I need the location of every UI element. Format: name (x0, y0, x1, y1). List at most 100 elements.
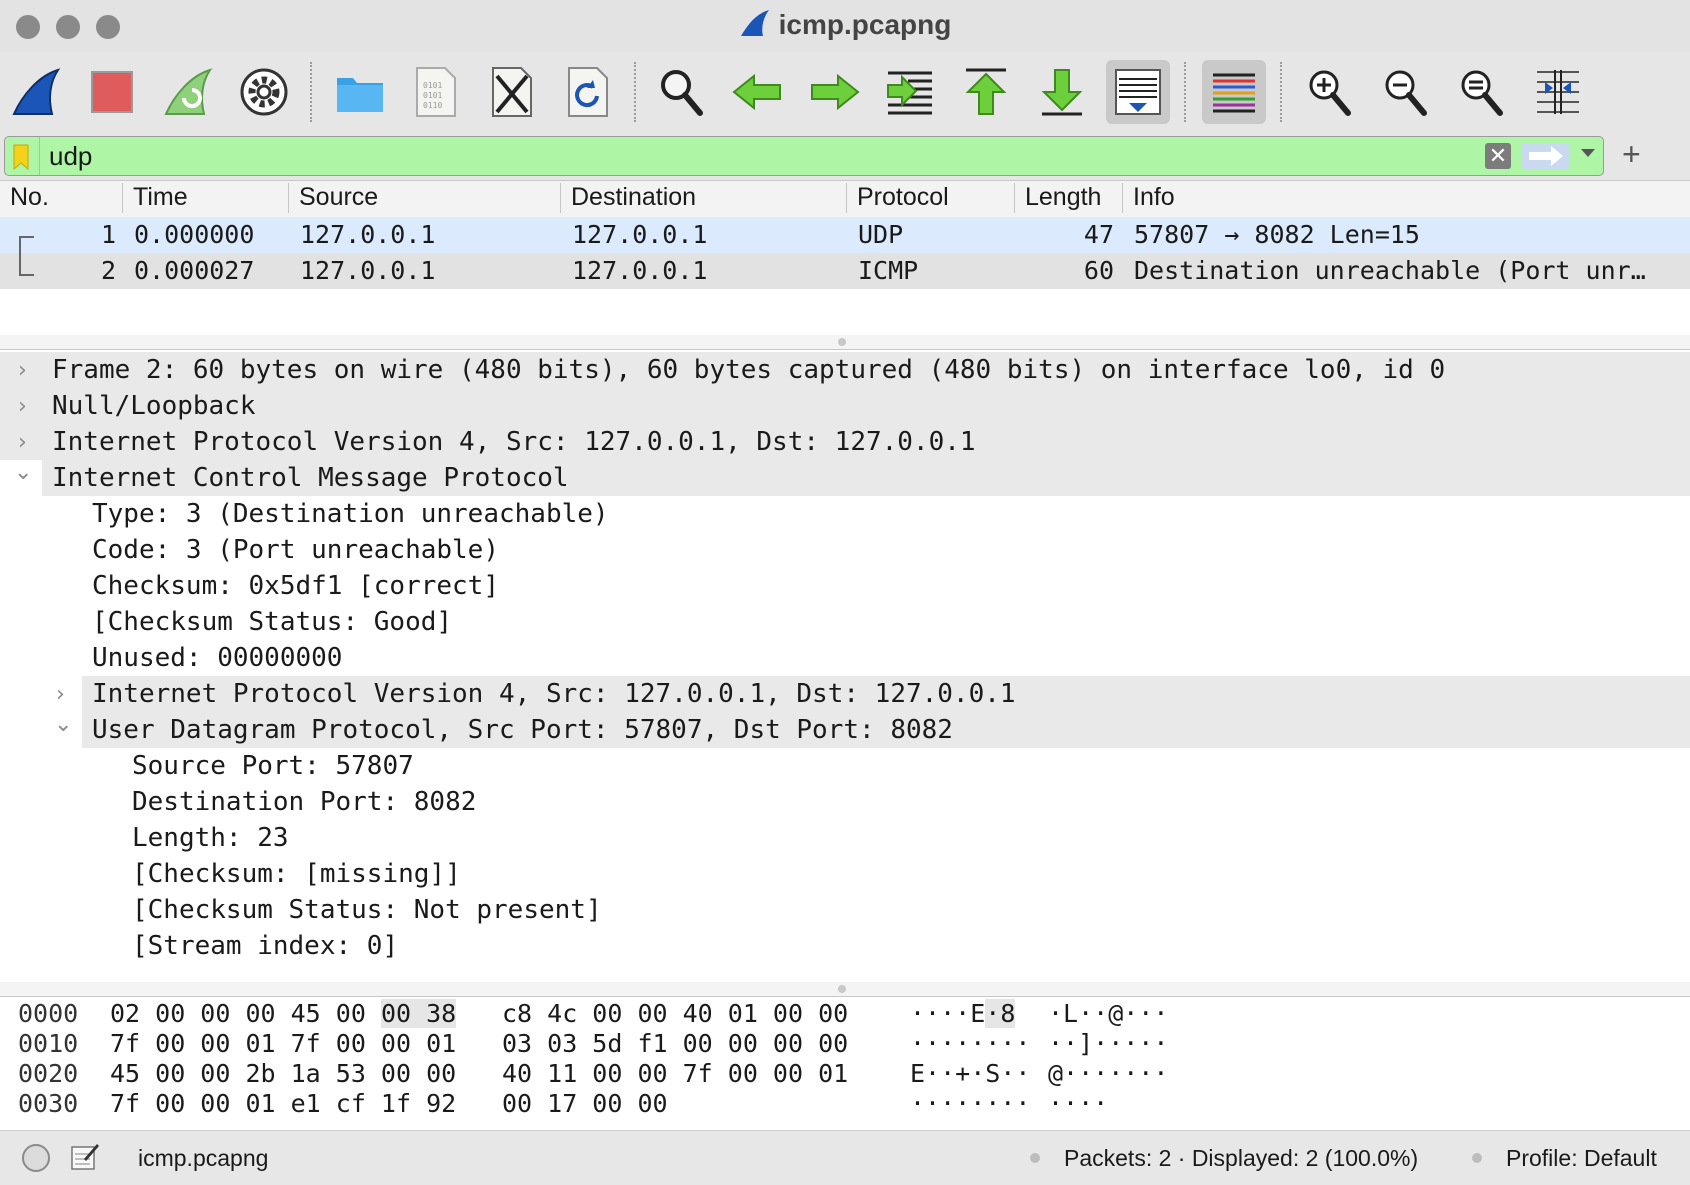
bytes-hex[interactable]: 7f 00 00 01 e1 cf 1f 92 (110, 1089, 456, 1118)
tree-item-label: Destination Port: 8082 (132, 787, 477, 817)
bytes-ascii[interactable]: ···· (1048, 1089, 1108, 1118)
column-header-time[interactable]: Time (122, 183, 188, 213)
bytes-ascii[interactable]: @······· (1048, 1059, 1168, 1088)
tree-item-label: Type: 3 (Destination unreachable) (92, 499, 609, 529)
tree-item-field[interactable]: Code: 3 (Port unreachable) (0, 532, 1690, 568)
filter-history-dropdown-icon[interactable] (1581, 149, 1595, 157)
packet-destination: 127.0.0.1 (572, 220, 708, 249)
column-header-no[interactable]: No. (0, 183, 49, 213)
chevron-right-icon[interactable]: › (18, 358, 27, 383)
tree-item-field[interactable]: [Stream index: 0] (0, 928, 1690, 964)
chevron-right-icon[interactable]: › (18, 394, 27, 419)
tree-item-field[interactable]: Type: 3 (Destination unreachable) (0, 496, 1690, 532)
tree-item-field[interactable]: [Checksum Status: Good] (0, 604, 1690, 640)
bytes-hex[interactable]: 7f 00 00 01 7f 00 00 01 (110, 1029, 456, 1058)
packet-source: 127.0.0.1 (300, 256, 436, 285)
go-last-packet-icon[interactable] (1030, 60, 1094, 124)
tree-item-frame[interactable]: › Frame 2: 60 bytes on wire (480 bits), … (0, 352, 1690, 388)
status-separator (1030, 1153, 1040, 1163)
tree-item-field[interactable]: Length: 23 (0, 820, 1690, 856)
bytes-ascii[interactable]: ········ (910, 1089, 1030, 1118)
bytes-ascii[interactable]: ·L··@··· (1048, 999, 1168, 1028)
tree-item-null-loopback[interactable]: › Null/Loopback (0, 388, 1690, 424)
tree-item-label: Code: 3 (Port unreachable) (92, 535, 499, 565)
capture-comment-icon[interactable] (70, 1141, 100, 1177)
pane-splitter[interactable] (0, 335, 1690, 349)
tree-item-ipv4[interactable]: › Internet Protocol Version 4, Src: 127.… (0, 424, 1690, 460)
chevron-right-icon[interactable]: › (18, 430, 27, 455)
bookmark-icon[interactable] (13, 144, 29, 171)
shark-fin-icon (739, 8, 771, 45)
svg-text:0110: 0110 (423, 101, 442, 110)
expert-info-icon[interactable] (22, 1144, 50, 1172)
zoom-in-icon[interactable] (1298, 60, 1362, 124)
go-back-icon[interactable] (726, 60, 790, 124)
tree-item-field[interactable]: [Checksum: [missing]] (0, 856, 1690, 892)
tree-item-field[interactable]: Unused: 00000000 (0, 640, 1690, 676)
column-header-destination[interactable]: Destination (560, 183, 696, 213)
bytes-hex[interactable]: c8 4c 00 00 40 01 00 00 (502, 999, 848, 1028)
tree-item-field[interactable]: [Checksum Status: Not present] (0, 892, 1690, 928)
add-filter-button-icon[interactable]: + (1622, 136, 1641, 173)
tree-item-icmp[interactable]: ⌄ Internet Control Message Protocol (14, 460, 1690, 496)
column-header-protocol[interactable]: Protocol (846, 183, 949, 213)
bytes-hex[interactable]: 40 11 00 00 7f 00 00 01 (502, 1059, 848, 1088)
toolbar-separator (310, 62, 312, 122)
display-filter-input[interactable]: udp (49, 141, 92, 172)
reload-file-icon[interactable] (556, 60, 620, 124)
display-filter-field[interactable]: udp ✕ (4, 136, 1604, 176)
packet-bytes: 0000 02 00 00 00 45 00 00 38 c8 4c 00 00… (0, 996, 1690, 1131)
start-capture-icon[interactable] (4, 60, 68, 124)
colorize-icon[interactable] (1202, 60, 1266, 124)
column-header-length[interactable]: Length (1014, 183, 1101, 213)
bytes-ascii[interactable]: E··+·S·· (910, 1059, 1030, 1088)
go-forward-icon[interactable] (802, 60, 866, 124)
bytes-ascii[interactable]: ········ (910, 1029, 1030, 1058)
status-profile[interactable]: Profile: Default (1506, 1145, 1657, 1172)
chevron-right-icon[interactable]: › (56, 682, 65, 707)
pane-splitter[interactable] (0, 982, 1690, 996)
go-first-packet-icon[interactable] (954, 60, 1018, 124)
tree-item-label: [Checksum Status: Good] (92, 607, 453, 637)
bytes-hex[interactable]: 45 00 00 2b 1a 53 00 00 (110, 1059, 456, 1088)
tree-item-inner-ipv4[interactable]: › Internet Protocol Version 4, Src: 127.… (56, 676, 1690, 712)
tree-item-field[interactable]: Checksum: 0x5df1 [correct] (0, 568, 1690, 604)
clear-filter-icon[interactable]: ✕ (1485, 143, 1511, 169)
close-file-icon[interactable] (480, 60, 544, 124)
filter-divider (39, 137, 40, 175)
autoscroll-icon[interactable] (1106, 60, 1170, 124)
stop-capture-icon[interactable] (80, 60, 144, 124)
capture-options-icon[interactable] (232, 60, 296, 124)
tree-item-field[interactable]: Source Port: 57807 (0, 748, 1690, 784)
apply-filter-icon[interactable] (1521, 143, 1569, 169)
tree-item-label: [Stream index: 0] (132, 931, 399, 961)
find-packet-icon[interactable] (650, 60, 714, 124)
svg-text:0101: 0101 (423, 81, 442, 90)
go-to-packet-icon[interactable] (878, 60, 942, 124)
packet-protocol: ICMP (858, 256, 919, 285)
packet-row[interactable]: 1 0.000000 127.0.0.1 127.0.0.1 UDP 47 57… (0, 217, 1690, 255)
bytes-ascii[interactable]: ····E·8 (910, 999, 1016, 1028)
bytes-hex[interactable]: 03 03 5d f1 00 00 00 00 (502, 1029, 848, 1058)
tree-item-field[interactable]: Destination Port: 8082 (0, 784, 1690, 820)
restart-capture-icon[interactable] (156, 60, 220, 124)
column-header-info[interactable]: Info (1122, 183, 1175, 213)
save-file-icon[interactable]: 0101 0101 0110 (404, 60, 468, 124)
resize-columns-icon[interactable] (1526, 60, 1590, 124)
tree-item-udp[interactable]: ⌄ User Datagram Protocol, Src Port: 5780… (54, 712, 1690, 748)
packet-row[interactable]: 2 0.000027 127.0.0.1 127.0.0.1 ICMP 60 D… (0, 253, 1690, 289)
tree-item-label: Frame 2: 60 bytes on wire (480 bits), 60… (52, 355, 1446, 385)
bytes-hex[interactable]: 02 00 00 00 45 00 00 38 (110, 999, 457, 1028)
zoom-out-icon[interactable] (1374, 60, 1438, 124)
bytes-hex[interactable]: 00 17 00 00 (502, 1089, 668, 1118)
zoom-normal-icon[interactable] (1450, 60, 1514, 124)
status-packets: Packets: 2 · Displayed: 2 (100.0%) (1064, 1145, 1419, 1171)
tree-item-label: [Checksum Status: Not present] (132, 895, 602, 925)
toolbar-separator (1184, 62, 1186, 122)
chevron-down-icon[interactable]: ⌄ (54, 712, 72, 737)
bytes-ascii[interactable]: ··]····· (1048, 1029, 1168, 1058)
column-header-source[interactable]: Source (288, 183, 378, 213)
open-file-icon[interactable] (328, 60, 392, 124)
chevron-down-icon[interactable]: ⌄ (14, 460, 32, 485)
bytes-ascii-highlight: ·8 (985, 999, 1016, 1028)
